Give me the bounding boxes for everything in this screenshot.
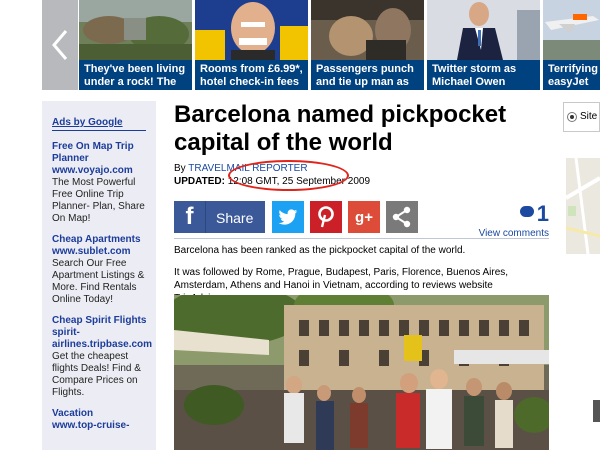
comments-link[interactable]: 1 View comments xyxy=(469,201,549,240)
share-bar: f Share g+ 1 View comments xyxy=(174,201,549,240)
map-thumbnail[interactable] xyxy=(566,158,600,254)
slide-thumbnail xyxy=(427,0,540,60)
ad-item[interactable]: Vacation www.top-cruise- xyxy=(52,408,156,432)
ad-title[interactable]: Cheap Apartments xyxy=(52,234,156,246)
google-ads-column: Ads by Google Free On Map Trip Planner w… xyxy=(42,101,156,450)
ad-title[interactable]: Vacation xyxy=(52,408,156,420)
facebook-share-label: Share xyxy=(216,210,254,226)
ad-url[interactable]: spirit-airlines.tripbase.com xyxy=(52,327,156,351)
highlight-circle xyxy=(228,160,349,191)
carousel-prev-button[interactable] xyxy=(42,0,78,90)
slide-caption: Terrifying easyJet pl xyxy=(543,60,600,90)
slide-caption: They've been living under a rock! The xyxy=(79,60,192,90)
slide-caption: Passengers punch and tie up man as xyxy=(311,60,424,90)
facebook-icon: f xyxy=(174,201,206,233)
ad-text: Search Our Free Apartment Listings & Mor… xyxy=(52,258,145,305)
article-paragraph: Barcelona has been ranked as the pickpoc… xyxy=(174,245,466,256)
more-share-button[interactable] xyxy=(386,201,418,233)
ad-title[interactable]: Free On Map Trip Planner xyxy=(52,141,156,165)
comment-count: 1 xyxy=(536,201,549,226)
byline-prefix: By xyxy=(174,163,186,174)
barcelona-street-photo xyxy=(174,295,549,450)
carousel-slide[interactable]: Passengers punch and tie up man as xyxy=(311,0,424,90)
article-headline: Barcelona named pickpocket capital of th… xyxy=(174,101,507,156)
slide-thumbnail xyxy=(195,0,308,60)
scrollbar-thumb[interactable] xyxy=(593,400,600,422)
google-plus-share-button[interactable]: g+ xyxy=(348,201,380,233)
carousel-slide[interactable]: They've been living under a rock! The xyxy=(79,0,192,90)
updated-label: UPDATED: xyxy=(174,176,225,187)
site-radio-label: Site xyxy=(580,111,598,122)
share-divider xyxy=(174,238,549,239)
comment-bubble-icon xyxy=(519,206,534,217)
carousel-slide[interactable]: Rooms from £6.99*, hotel check-in fees xyxy=(195,0,308,90)
ad-item[interactable]: Cheap Spirit Flights spirit-airlines.tri… xyxy=(52,315,156,399)
chevron-left-icon xyxy=(52,30,68,60)
carousel-slide[interactable]: Terrifying easyJet pl xyxy=(543,0,600,90)
slide-caption: Rooms from £6.99*, hotel check-in fees xyxy=(195,60,308,90)
ad-item[interactable]: Free On Map Trip Planner www.voyajo.com … xyxy=(52,141,156,225)
photo-carousel: They've been living under a rock! The Ro… xyxy=(0,0,600,90)
ad-item[interactable]: Cheap Apartments www.sublet.com Search O… xyxy=(52,234,156,306)
site-radio-button[interactable] xyxy=(567,112,577,122)
facebook-share-button[interactable]: f Share xyxy=(174,201,265,233)
twitter-share-button[interactable] xyxy=(272,201,304,233)
pinterest-share-button[interactable] xyxy=(310,201,342,233)
article: Barcelona named pickpocket capital of th… xyxy=(174,101,549,450)
slide-thumbnail xyxy=(543,0,600,60)
twitter-bird-icon xyxy=(278,208,298,225)
slide-thumbnail xyxy=(311,0,424,60)
ad-url[interactable]: www.voyajo.com xyxy=(52,165,156,177)
slide-caption: Twitter storm as Michael Owen xyxy=(427,60,540,90)
ad-url[interactable]: www.sublet.com xyxy=(52,246,156,258)
ad-text: Get the cheapest flights Deals! Find & C… xyxy=(52,351,141,398)
pinterest-icon xyxy=(318,206,334,228)
ad-title[interactable]: Cheap Spirit Flights xyxy=(52,315,156,327)
search-scope-widget: Site xyxy=(563,102,600,132)
ad-url[interactable]: www.top-cruise- xyxy=(52,420,156,432)
share-network-icon xyxy=(392,206,411,228)
ads-by-google-link[interactable]: Ads by Google xyxy=(52,117,146,131)
google-plus-icon: g+ xyxy=(355,208,373,226)
ad-text: The Most Powerful Free Online Trip Plann… xyxy=(52,177,145,224)
slide-thumbnail xyxy=(79,0,192,60)
carousel-slide[interactable]: Twitter storm as Michael Owen xyxy=(427,0,540,90)
